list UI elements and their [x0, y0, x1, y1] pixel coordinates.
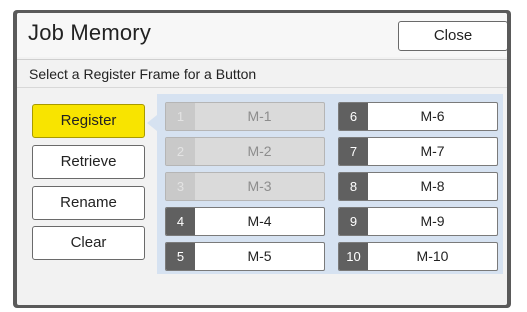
- slot-number: 5: [166, 243, 195, 270]
- slot-number: 2: [166, 138, 195, 165]
- instruction-divider: [17, 87, 507, 88]
- title-bar: Job Memory Close: [17, 13, 507, 57]
- slot-label: M-7: [420, 143, 445, 159]
- slot-number: 4: [166, 208, 195, 235]
- slot-label: M-1: [247, 108, 272, 124]
- close-button[interactable]: Close: [398, 21, 507, 51]
- slot-label: M-9: [420, 213, 445, 229]
- job-memory-dialog: Job Memory Close Select a Register Frame…: [17, 13, 507, 305]
- slot-number: 8: [339, 173, 368, 200]
- memory-slot-6[interactable]: 6 M-6: [338, 102, 498, 131]
- rename-button[interactable]: Rename: [32, 186, 145, 220]
- memory-slot-5[interactable]: 5 M-5: [165, 242, 325, 271]
- slot-number: 1: [166, 103, 195, 130]
- memory-slot-8[interactable]: 8 M-8: [338, 172, 498, 201]
- memory-slot-3: 3 M-3: [165, 172, 325, 201]
- memory-slot-2: 2 M-2: [165, 137, 325, 166]
- slot-label: M-10: [416, 248, 449, 264]
- dialog-title: Job Memory: [28, 20, 152, 45]
- retrieve-button[interactable]: Retrieve: [32, 145, 145, 179]
- instruction-text: Select a Register Frame for a Button: [29, 66, 257, 82]
- memory-slot-7[interactable]: 7 M-7: [338, 137, 498, 166]
- slot-label: M-2: [247, 143, 272, 159]
- slot-label: M-8: [420, 178, 445, 194]
- slot-number: 3: [166, 173, 195, 200]
- title-divider: [17, 59, 507, 60]
- slot-number: 9: [339, 208, 368, 235]
- memory-slot-4[interactable]: 4 M-4: [165, 207, 325, 236]
- clear-button[interactable]: Clear: [32, 226, 145, 260]
- register-frame-area: 1 M-1 2 M-2 3 M-3 4 M-4 5 M-5 6 M-6 7 M-…: [157, 94, 503, 274]
- slot-label: M-4: [247, 213, 272, 229]
- memory-slot-1: 1 M-1: [165, 102, 325, 131]
- memory-slot-10[interactable]: 10 M-10: [338, 242, 498, 271]
- slot-number: 6: [339, 103, 368, 130]
- slot-label: M-5: [247, 248, 272, 264]
- slot-number: 7: [339, 138, 368, 165]
- memory-slot-9[interactable]: 9 M-9: [338, 207, 498, 236]
- slot-label: M-3: [247, 178, 272, 194]
- slot-label: M-6: [420, 108, 445, 124]
- slot-number: 10: [339, 243, 368, 270]
- register-button[interactable]: Register: [32, 104, 145, 138]
- selection-pointer: [147, 115, 157, 131]
